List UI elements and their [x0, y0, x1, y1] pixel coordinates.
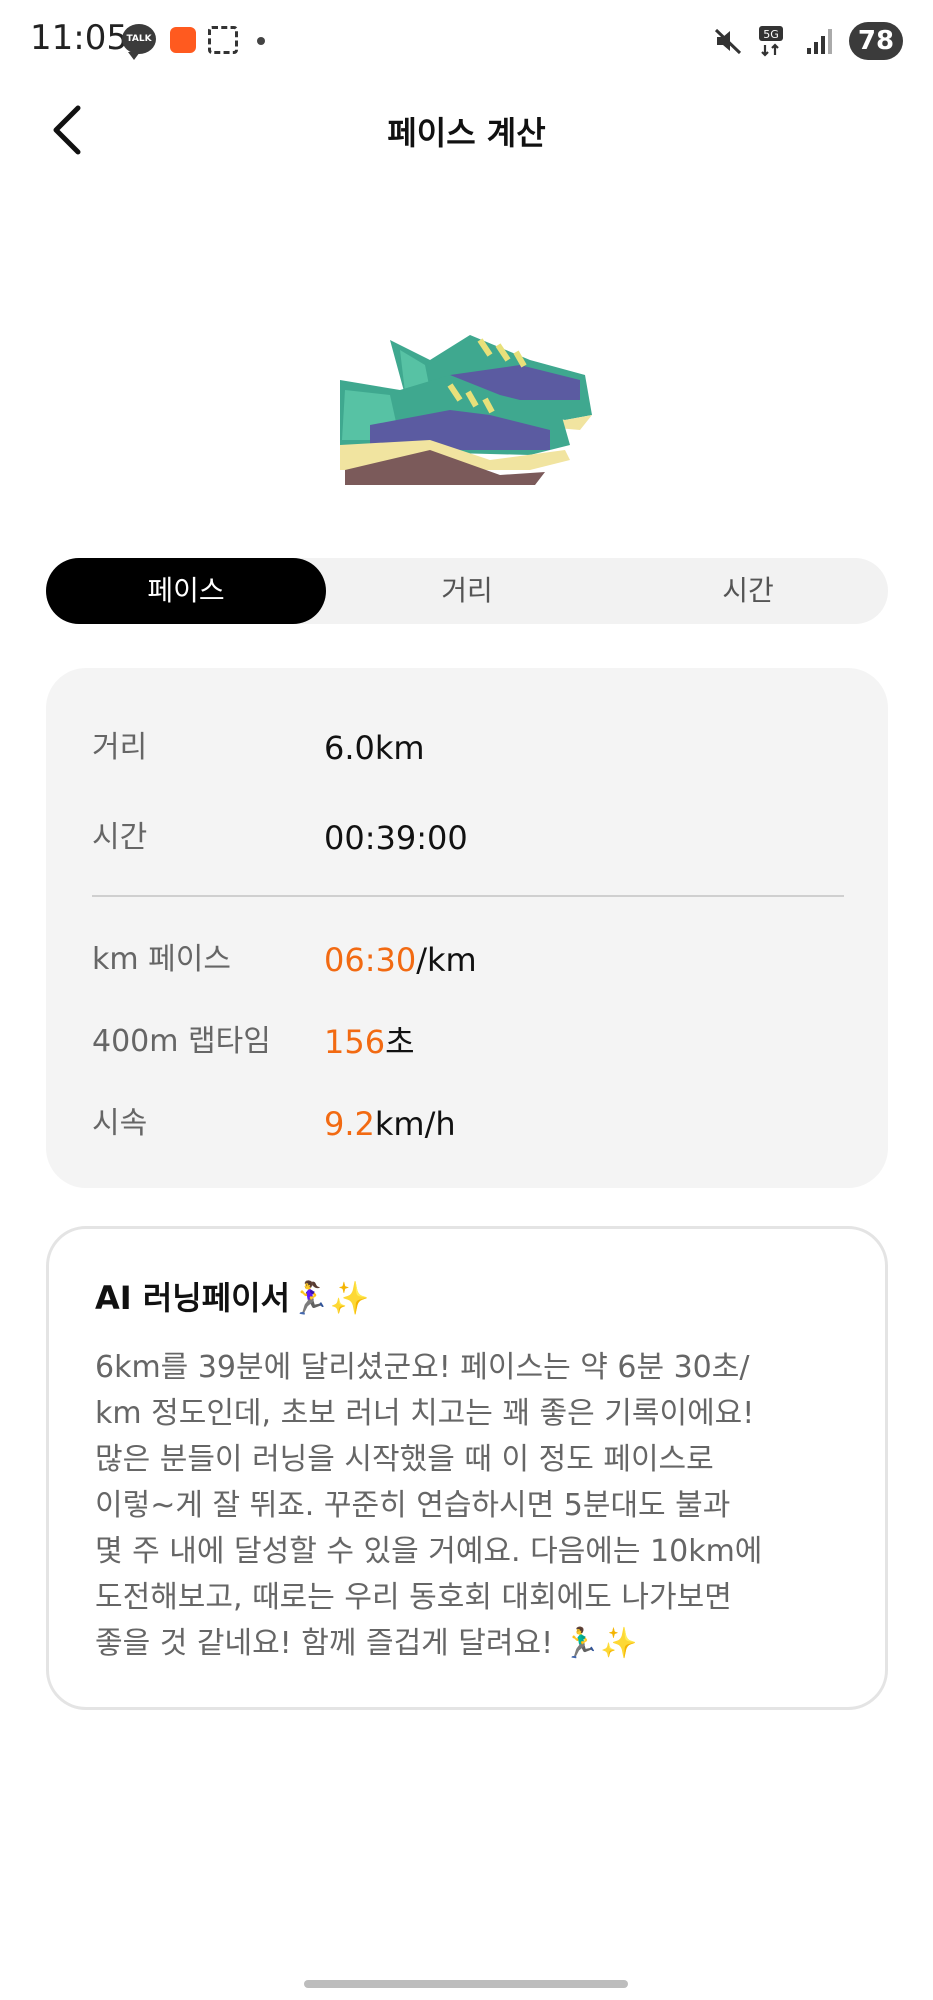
- status-time: 11:05: [30, 18, 128, 58]
- battery-indicator: 78: [849, 22, 903, 60]
- app-notification-icon: [170, 27, 196, 53]
- mute-icon: [714, 28, 742, 55]
- status-bar: 11:05 TALK 5G 78: [0, 0, 933, 80]
- time-value[interactable]: 00:39:00: [324, 808, 468, 868]
- running-shoes-icon: [340, 335, 592, 485]
- km-pace-label: km 페이스: [92, 942, 231, 977]
- lap-time-value: 156초: [324, 1012, 415, 1072]
- lap-time-label: 400m 랩타임: [92, 1024, 271, 1059]
- svg-text:5G: 5G: [763, 28, 779, 41]
- ai-pacer-message: 6km를 39분에 달리셨군요! 페이스는 약 6분 30초/ km 정도인데,…: [95, 1350, 763, 1661]
- time-label: 시간: [92, 820, 148, 855]
- signal-strength-icon: [807, 29, 832, 54]
- status-right-icons: 5G 78: [713, 22, 903, 60]
- result-divider: [92, 895, 844, 897]
- speed-number: 9.2: [324, 1105, 375, 1143]
- page-title: 페이스 계산: [387, 114, 546, 152]
- km-pace-number: 06:30: [324, 941, 417, 979]
- tab-pace[interactable]: 페이스: [46, 558, 326, 624]
- home-indicator[interactable]: [304, 1980, 628, 1988]
- calculation-mode-tabs: 페이스 거리 시간: [46, 558, 888, 624]
- tab-distance[interactable]: 거리: [327, 558, 607, 624]
- pace-result-card: 거리 6.0km 시간 00:39:00 km 페이스 06:30/km 400…: [46, 668, 888, 1188]
- speed-unit: km/h: [374, 1105, 456, 1143]
- km-pace-value: 06:30/km: [324, 930, 477, 990]
- kakaotalk-notification-icon: TALK: [122, 24, 156, 60]
- screenshot-notification-icon: [208, 26, 238, 54]
- speed-value: 9.2km/h: [324, 1094, 456, 1154]
- tab-time[interactable]: 시간: [608, 558, 888, 624]
- ai-pacer-title: AI 러닝페이서🏃‍♀️✨: [95, 1279, 370, 1317]
- running-shoes-illustration: [330, 320, 600, 490]
- header: 페이스 계산: [0, 90, 933, 170]
- network-5g-icon: 5G: [759, 26, 783, 57]
- lap-time-unit: 초: [385, 1023, 415, 1061]
- speed-label: 시속: [92, 1106, 148, 1141]
- lap-time-number: 156: [324, 1023, 386, 1061]
- ai-running-pacer-card: AI 러닝페이서🏃‍♀️✨ 6km를 39분에 달리셨군요! 페이스는 약 6분…: [46, 1226, 888, 1710]
- distance-value[interactable]: 6.0km: [324, 718, 425, 778]
- distance-label: 거리: [92, 730, 148, 765]
- km-pace-unit: /km: [416, 941, 477, 979]
- more-notifications-dot-icon: [257, 37, 265, 45]
